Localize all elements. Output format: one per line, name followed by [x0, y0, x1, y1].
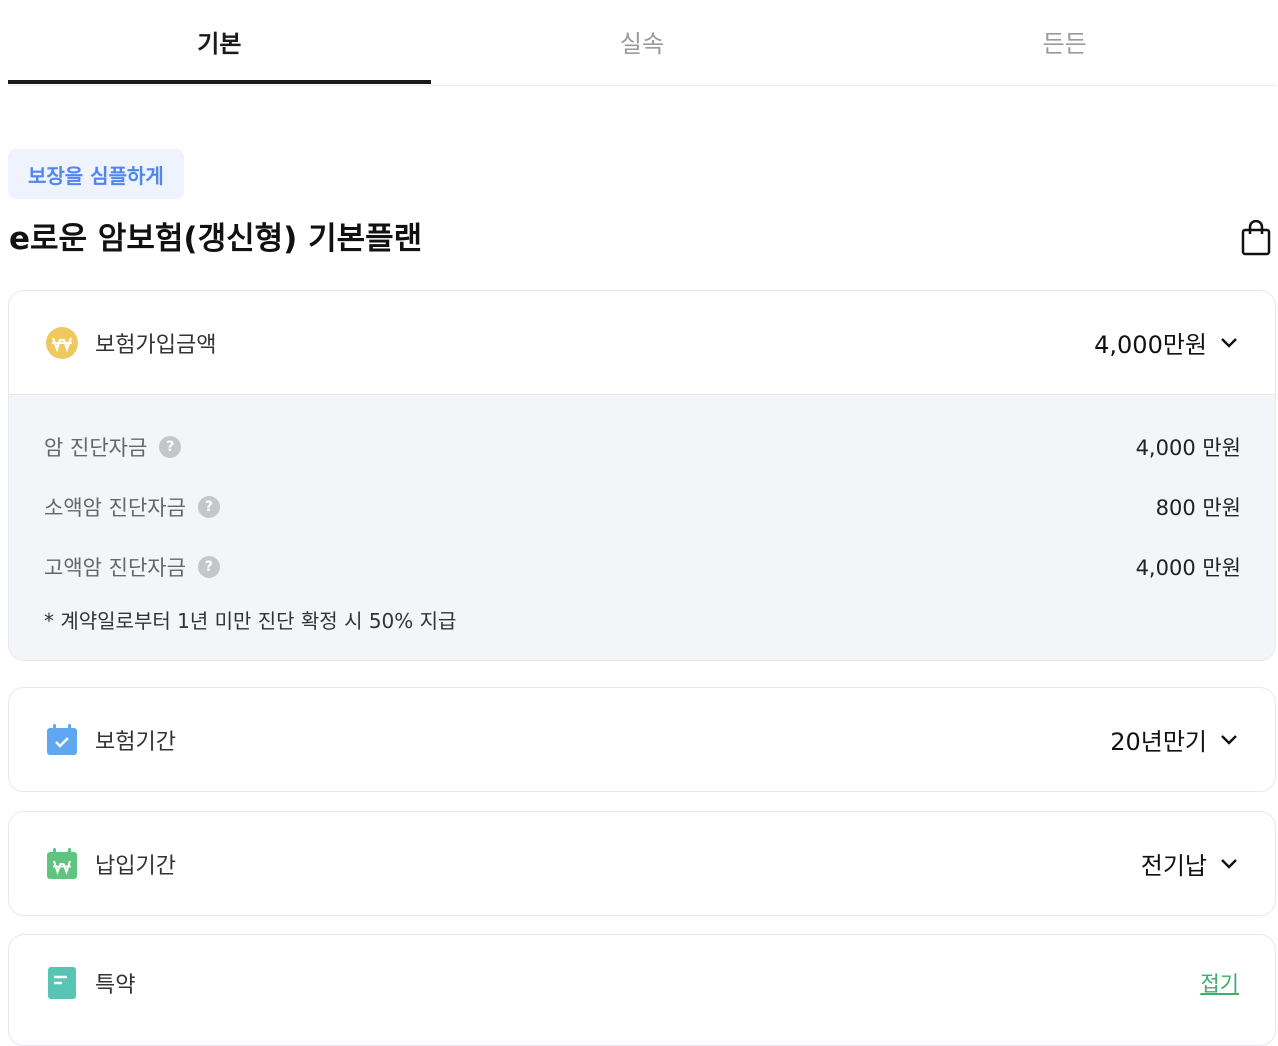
document-icon [45, 966, 79, 1000]
item-value: 4,000 만원 [1135, 556, 1241, 580]
won-coin-icon [45, 326, 79, 360]
list-item: 고액암 진단자금? 4,000 만원 [44, 537, 1241, 597]
payment-period-header: 납입기간 전기납 [9, 812, 1275, 915]
plan-tabs: 기본 실속 든든 [8, 0, 1276, 86]
help-icon[interactable]: ? [197, 556, 220, 578]
plan-badge: 보장을 심플하게 [8, 149, 184, 199]
coverage-note: * 계약일로부터 1년 미만 진단 확정 시 50% 지급 [44, 609, 457, 633]
chevron-down-icon [1221, 858, 1237, 869]
fold-link[interactable]: 접기 [1200, 968, 1239, 998]
item-label: 암 진단자금 [44, 436, 148, 460]
plan-title: e로운 암보험(갱신형) 기본플랜 [9, 221, 423, 257]
list-item: 소액암 진단자금? 800 만원 [44, 477, 1241, 537]
shopping-bag-icon[interactable] [1240, 219, 1272, 256]
payment-period-label: 납입기간 [95, 853, 176, 879]
insurance-period-select[interactable]: 20년만기 [1110, 722, 1239, 757]
tab-economy[interactable]: 실속 [431, 0, 854, 82]
tab-basic[interactable]: 기본 [8, 0, 431, 84]
list-item: 암 진단자금? 4,000 만원 [44, 417, 1241, 477]
item-label: 고액암 진단자금 [44, 556, 186, 580]
calendar-check-icon [45, 723, 79, 757]
chevron-down-icon [1221, 337, 1237, 348]
help-icon[interactable]: ? [159, 436, 182, 458]
rider-card: 특약 접기 [8, 934, 1276, 1046]
coverage-amount-value: 4,000만원 [1094, 331, 1207, 359]
coverage-header: 보험가입금액 4,000만원 [9, 291, 1275, 394]
insurance-period-value: 20년만기 [1110, 728, 1207, 756]
coverage-amount-select[interactable]: 4,000만원 [1094, 325, 1239, 360]
rider-label: 특약 [95, 973, 136, 998]
coverage-card: 보험가입금액 4,000만원 암 진단자금? 4,000 만원 소액암 진단자금… [8, 290, 1276, 661]
payment-period-value: 전기납 [1140, 852, 1207, 880]
payment-period-select[interactable]: 전기납 [1141, 846, 1239, 881]
insurance-period-header: 보험기간 20년만기 [9, 688, 1275, 791]
coverage-detail: 암 진단자금? 4,000 만원 소액암 진단자금? 800 만원 고액암 진단… [9, 394, 1275, 660]
item-label: 소액암 진단자금 [44, 496, 186, 520]
help-icon[interactable]: ? [197, 496, 220, 518]
insurance-period-label: 보험기간 [95, 729, 176, 755]
calendar-won-icon [45, 847, 79, 881]
chevron-down-icon [1221, 734, 1237, 745]
tab-premium[interactable]: 든든 [853, 0, 1276, 82]
item-value: 4,000 만원 [1135, 436, 1241, 460]
rider-header: 특약 접기 [9, 935, 1275, 1031]
insurance-period-card: 보험기간 20년만기 [8, 687, 1276, 792]
item-value: 800 만원 [1155, 496, 1241, 520]
coverage-label: 보험가입금액 [95, 332, 217, 358]
payment-period-card: 납입기간 전기납 [8, 811, 1276, 916]
